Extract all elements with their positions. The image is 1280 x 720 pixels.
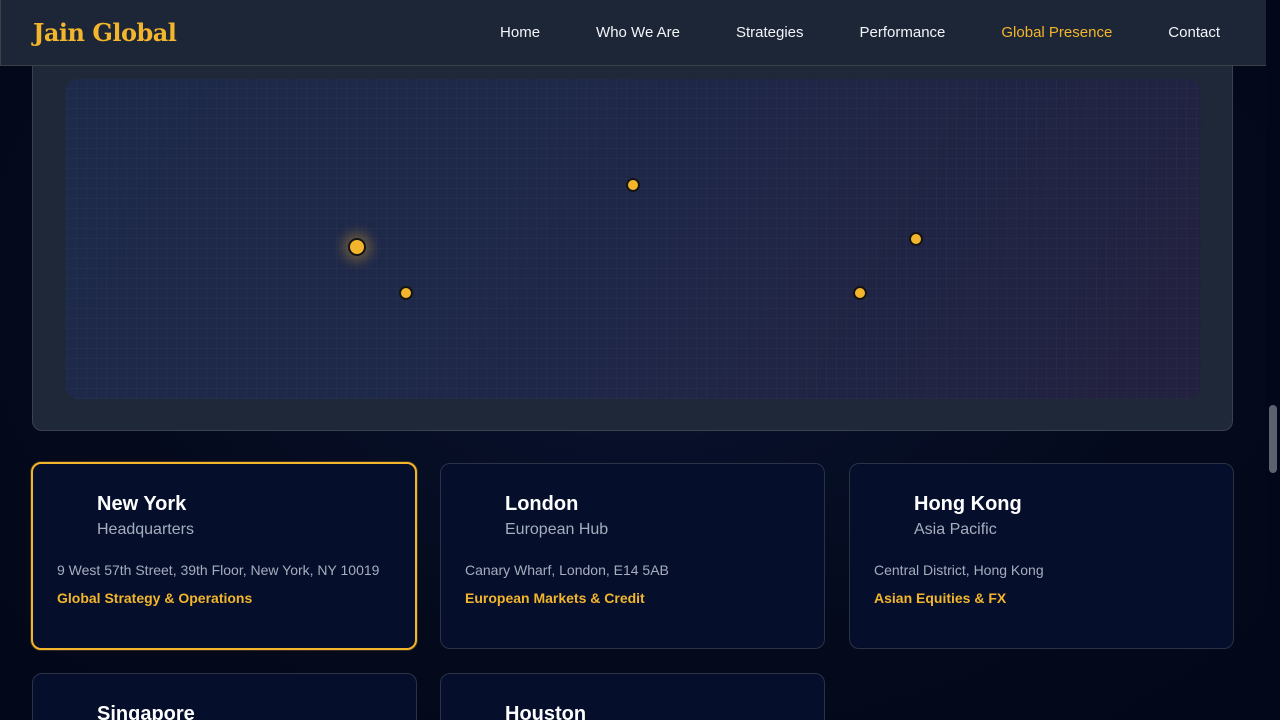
office-card-new-york[interactable]: New York Headquarters 9 West 57th Street… xyxy=(31,462,417,650)
office-address: Central District, Hong Kong xyxy=(874,562,1044,578)
map-pin-singapore[interactable] xyxy=(853,286,867,300)
office-focus: Global Strategy & Operations xyxy=(57,590,253,606)
office-role: European Hub xyxy=(505,521,609,538)
office-role: Headquarters xyxy=(97,521,194,538)
nav-performance[interactable]: Performance xyxy=(860,24,946,41)
world-map xyxy=(66,79,1201,399)
location-icon xyxy=(57,492,97,532)
office-card-singapore[interactable]: Singapore xyxy=(32,673,417,720)
nav-home[interactable]: Home xyxy=(500,24,540,41)
brand-logo[interactable]: Jain Global xyxy=(33,18,177,47)
office-city: Singapore xyxy=(97,703,195,720)
map-pin-london[interactable] xyxy=(626,178,640,192)
office-focus: Asian Equities & FX xyxy=(874,590,1007,606)
office-card-hong-kong[interactable]: Hong Kong Asia Pacific Central District,… xyxy=(849,463,1234,649)
office-focus: European Markets & Credit xyxy=(465,590,645,606)
location-icon xyxy=(57,702,97,720)
office-address: Canary Wharf, London, E14 5AB xyxy=(465,562,669,578)
office-card-london[interactable]: London European Hub Canary Wharf, London… xyxy=(440,463,825,649)
nav-global-presence[interactable]: Global Presence xyxy=(1001,24,1112,41)
office-city: Hong Kong xyxy=(914,493,1022,515)
nav-links: Home Who We Are Strategies Performance G… xyxy=(500,24,1220,41)
nav-contact[interactable]: Contact xyxy=(1168,24,1220,41)
office-card-houston[interactable]: Houston xyxy=(440,673,825,720)
office-city: Houston xyxy=(505,703,587,720)
location-icon xyxy=(874,492,914,532)
page-scrollbar[interactable] xyxy=(1266,0,1280,720)
office-city: London xyxy=(505,493,579,515)
map-pin-houston[interactable] xyxy=(399,286,413,300)
scrollbar-thumb[interactable] xyxy=(1269,405,1277,473)
office-role: Asia Pacific xyxy=(914,521,997,538)
nav-who-we-are[interactable]: Who We Are xyxy=(596,24,680,41)
location-icon xyxy=(465,492,505,532)
top-navigation: Jain Global Home Who We Are Strategies P… xyxy=(0,0,1266,66)
map-pin-hong-kong[interactable] xyxy=(909,232,923,246)
map-pin-new-york[interactable] xyxy=(348,238,366,256)
world-map-panel xyxy=(32,40,1233,431)
office-address: 9 West 57th Street, 39th Floor, New York… xyxy=(57,562,380,578)
office-city: New York xyxy=(97,493,187,515)
nav-strategies[interactable]: Strategies xyxy=(736,24,804,41)
location-icon xyxy=(465,702,505,720)
